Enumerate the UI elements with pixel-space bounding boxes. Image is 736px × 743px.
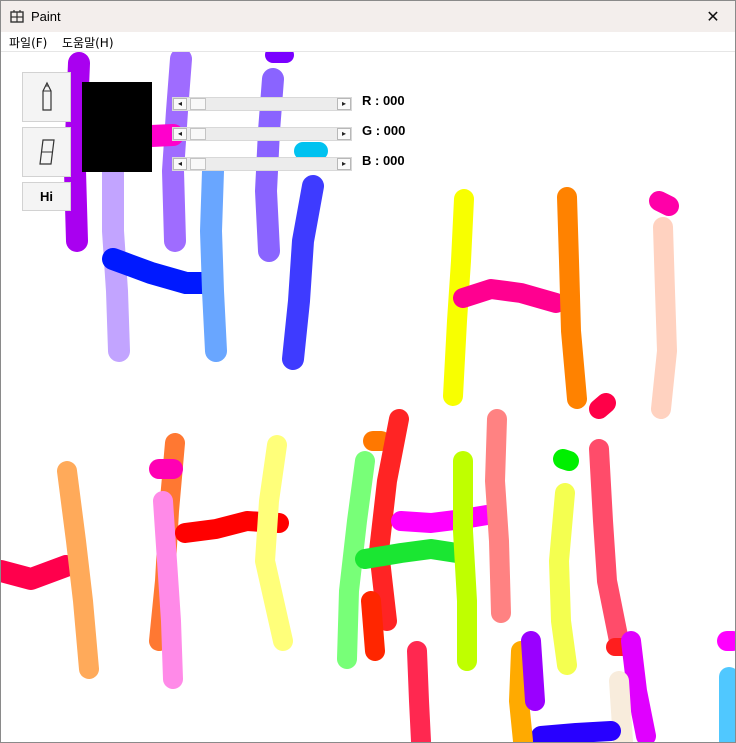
brush-stroke (453, 279, 566, 313)
pencil-tool-button[interactable] (22, 72, 71, 122)
brush-stroke (64, 52, 90, 252)
brush-stroke (549, 483, 577, 675)
scroll-left-arrow-icon[interactable]: ◂ (173, 128, 187, 140)
scroll-thumb[interactable] (190, 98, 206, 110)
green-value-label: G : 000 (362, 123, 406, 138)
scroll-left-arrow-icon[interactable]: ◂ (173, 98, 187, 110)
green-scrollbar[interactable]: ◂ ▸ (172, 127, 352, 141)
scroll-thumb[interactable] (190, 158, 206, 170)
brush-stroke (553, 449, 579, 471)
scroll-left-arrow-icon[interactable]: ◂ (173, 158, 187, 170)
brush-stroke (361, 591, 385, 661)
scroll-right-arrow-icon[interactable]: ▸ (337, 128, 351, 140)
blue-scrollbar[interactable]: ◂ ▸ (172, 157, 352, 171)
title-bar: Paint ✕ (1, 1, 735, 32)
red-value-label: R : 000 (362, 93, 405, 108)
menu-bar: 파일(F) 도움말(H) (1, 32, 735, 52)
brush-stroke (153, 491, 183, 689)
brush-stroke (1, 555, 77, 590)
brush-stroke (355, 539, 467, 569)
paint-window: Paint ✕ 파일(F) 도움말(H) Hi ◂ ▸ ◂ ▸ ◂ ▸ R: … (0, 0, 736, 743)
brush-stroke (57, 461, 99, 679)
brush-stroke (453, 451, 477, 671)
brush-stroke (102, 248, 222, 294)
brush-stroke (621, 631, 656, 742)
window-title: Paint (31, 9, 61, 24)
brush-stroke (531, 721, 621, 742)
brush-stroke (651, 217, 677, 419)
brush-stroke (140, 124, 184, 147)
brush-stroke (589, 393, 616, 419)
brush-stroke (485, 409, 511, 623)
brush-stroke (162, 52, 192, 252)
brush-stroke (649, 191, 679, 216)
scroll-thumb[interactable] (190, 128, 206, 140)
current-color-swatch (82, 82, 152, 172)
eraser-tool-button[interactable] (22, 127, 71, 177)
scroll-right-arrow-icon[interactable]: ▸ (337, 158, 351, 170)
red-scrollbar[interactable]: ◂ ▸ (172, 97, 352, 111)
brush-stroke (255, 435, 293, 651)
brush-stroke (521, 631, 545, 711)
brush-stroke (589, 439, 629, 651)
app-icon (10, 10, 24, 23)
pencil-icon (41, 81, 52, 111)
brush-stroke (557, 187, 587, 409)
blue-value-label: B : 000 (362, 153, 405, 168)
brush-stroke (200, 160, 227, 362)
scroll-right-arrow-icon[interactable]: ▸ (337, 98, 351, 110)
brush-stroke (282, 175, 324, 370)
eraser-icon (38, 139, 55, 165)
close-button[interactable]: ✕ (691, 1, 735, 32)
menu-help[interactable]: 도움말(H) (62, 34, 114, 51)
brush-stroke (391, 505, 497, 533)
menu-file[interactable]: 파일(F) (9, 34, 47, 51)
brush-stroke (509, 641, 533, 742)
hi-button[interactable]: Hi (22, 182, 71, 211)
brush-stroke (407, 641, 431, 742)
